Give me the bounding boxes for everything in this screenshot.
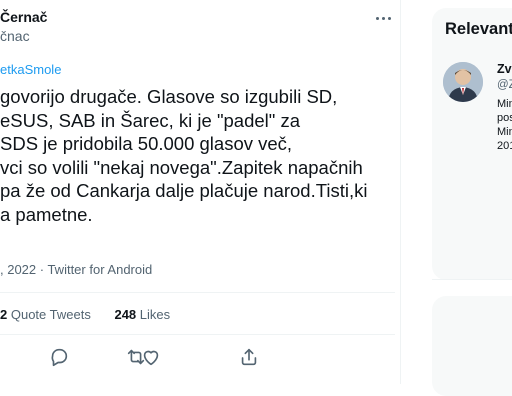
tweet-actions	[0, 340, 395, 374]
quote-label: Quote Tweets	[10, 307, 91, 322]
reply-icon[interactable]	[48, 346, 70, 368]
bio-line: Min	[497, 98, 512, 110]
quote-tweets-stat[interactable]: 2 Quote Tweets	[0, 307, 91, 322]
tweet-line: eSUS, SAB in Šarec, ki je "padel" za	[0, 109, 301, 131]
tweet-line: pa že od Cankarja dalje plačuje narod.Ti…	[0, 180, 368, 201]
avatar[interactable]	[443, 62, 483, 102]
likes-stat[interactable]: 248 Likes	[114, 307, 170, 322]
author-handle[interactable]: čnac	[0, 28, 30, 44]
heart-icon[interactable]	[140, 346, 162, 368]
author-name[interactable]: Černač	[0, 9, 47, 25]
divider	[0, 334, 395, 335]
tweet-line: vci so volili "nekaj novega".Zapitek nap…	[0, 156, 363, 178]
share-icon[interactable]	[238, 346, 260, 368]
bio-line: Min	[497, 126, 512, 138]
sidebar-user-bio: Min pos Min 201	[497, 97, 512, 153]
tweet-line: SDS je pridobila 50.000 glasov več,	[0, 133, 293, 154]
sidebar-title: Relevant	[445, 20, 512, 38]
more-dots-icon[interactable]	[373, 11, 393, 25]
divider	[0, 292, 395, 293]
tweet-text: govorijo drugače. Glasove so izgubili SD…	[0, 85, 400, 226]
replying-to-link[interactable]: etkaSmole	[0, 62, 61, 77]
tweet-line: a pametne.	[0, 203, 93, 225]
sidebar-user-name[interactable]: Zve	[497, 62, 512, 76]
sidebar-user-handle[interactable]: @Z	[497, 79, 512, 91]
likes-label: Likes	[139, 307, 171, 322]
column-divider	[400, 0, 401, 384]
bio-line: 201	[497, 140, 512, 152]
tweet-detail: Černač čnac etkaSmole govorijo drugače. …	[0, 0, 400, 384]
tweet-meta: , 2022 · Twitter for Android	[0, 262, 153, 277]
tweet-line: govorijo drugače. Glasove so izgubili SD…	[0, 86, 338, 107]
bio-line: pos	[497, 112, 512, 124]
likes-count: 248	[114, 307, 137, 322]
quote-count: 2	[0, 307, 8, 322]
sidebar-card	[432, 296, 512, 396]
tweet-stats: 2 Quote Tweets 248 Likes	[0, 307, 190, 322]
divider	[432, 279, 512, 280]
